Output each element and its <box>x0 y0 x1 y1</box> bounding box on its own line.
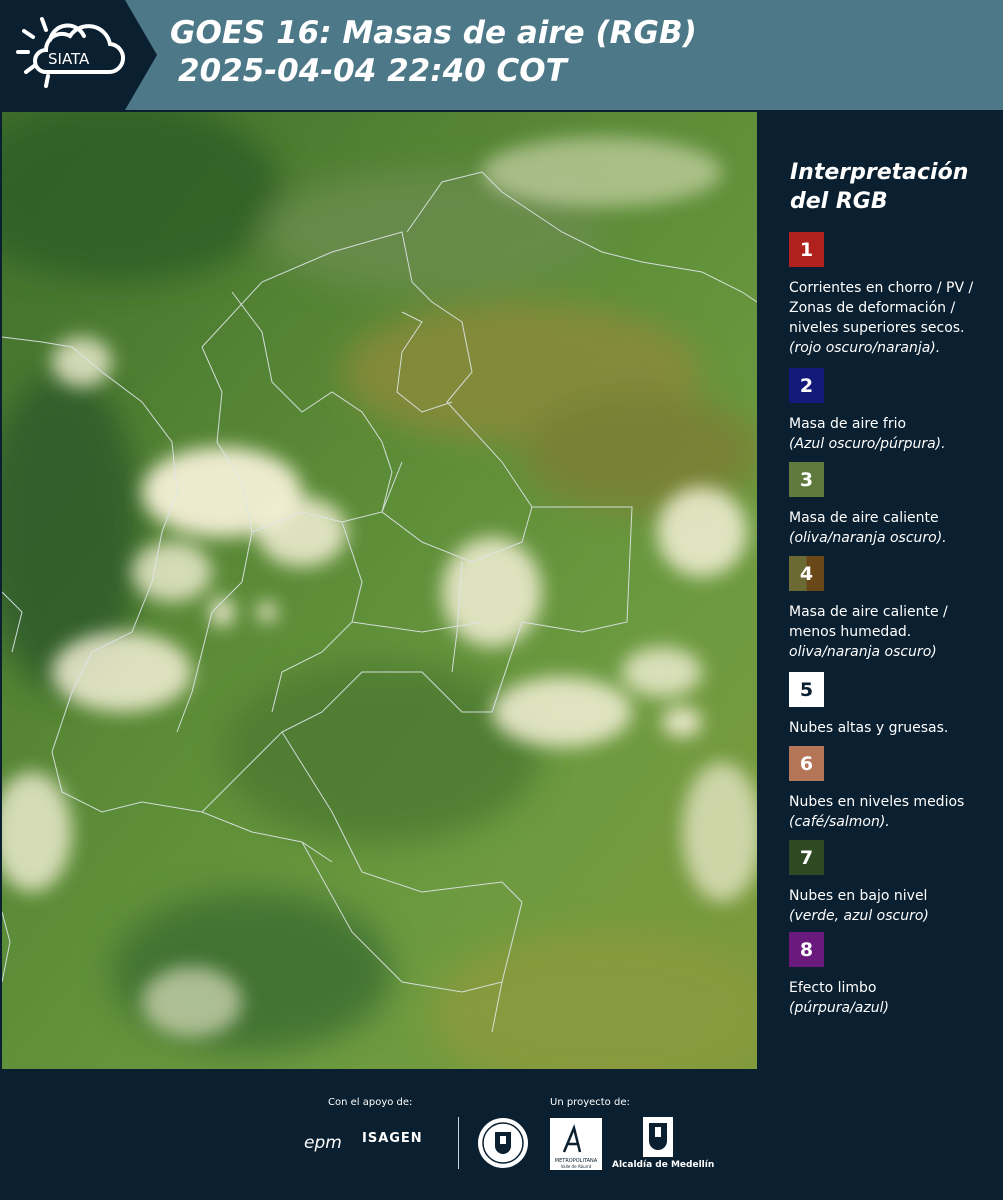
area-metropolitana-logo: METROPOLITANA Valle de Aburrá <box>550 1118 602 1170</box>
legend-swatch-8: 8 <box>789 932 824 967</box>
page-title: GOES 16: Masas de aire (RGB) 2025-04-04 … <box>170 14 697 90</box>
title-line-2: 2025-04-04 22:40 COT <box>178 53 567 89</box>
legend-panel: Interpretación del RGB 1 Corrientes en c… <box>763 110 1003 1070</box>
legend-note-8: (púrpura/azul) <box>789 1000 889 1016</box>
title-line-1: GOES 16: Masas de aire (RGB) <box>170 15 697 51</box>
footer-bar: Con el apoyo de: Un proyecto de: epm ISA… <box>0 1070 1003 1200</box>
support-label: Con el apoyo de: <box>328 1097 413 1108</box>
legend-swatch-4: 4 <box>789 556 824 591</box>
legend-note-6: (café/salmon). <box>789 814 890 830</box>
metro-sub-label: Valle de Aburrá <box>561 1164 592 1169</box>
legend-desc-3: Masa de aire caliente (oliva/naranja osc… <box>789 508 994 548</box>
legend-item-8: 8 Efecto limbo (púrpura/azul) <box>789 932 994 1018</box>
legend-swatch-7: 7 <box>789 840 824 875</box>
legend-text-8: Efecto limbo <box>789 980 877 996</box>
header-bar: SIATA GOES 16: Masas de aire (RGB) 2025-… <box>0 0 1003 110</box>
legend-item-3: 3 Masa de aire caliente (oliva/naranja o… <box>789 462 994 548</box>
legend-note-2: (Azul oscuro/púrpura). <box>789 436 946 452</box>
legend-desc-6: Nubes en niveles medios (café/salmon). <box>789 792 994 832</box>
legend-desc-4: Masa de aire caliente / menos humedad. o… <box>789 602 994 662</box>
siata-logo: SIATA <box>0 0 157 110</box>
legend-desc-7: Nubes en bajo nivel (verde, azul oscuro) <box>789 886 994 926</box>
legend-desc-1: Corrientes en chorro / PV / Zonas de def… <box>789 278 994 358</box>
legend-title: Interpretación del RGB <box>790 160 969 214</box>
legend-swatch-1: 1 <box>789 232 824 267</box>
legend-note-4: oliva/naranja oscuro) <box>789 644 937 660</box>
epm-logo: epm <box>304 1133 342 1153</box>
footer-divider <box>458 1117 459 1169</box>
legend-item-7: 7 Nubes en bajo nivel (verde, azul oscur… <box>789 840 994 926</box>
isagen-logo: ISAGEN <box>362 1131 423 1146</box>
legend-text-5: Nubes altas y gruesas. <box>789 720 949 736</box>
legend-item-2: 2 Masa de aire frio (Azul oscuro/púrpura… <box>789 368 994 454</box>
legend-swatch-6: 6 <box>789 746 824 781</box>
legend-desc-2: Masa de aire frio (Azul oscuro/púrpura). <box>789 414 994 454</box>
legend-text-4: Masa de aire caliente / menos humedad. <box>789 604 948 640</box>
legend-text-3: Masa de aire caliente <box>789 510 939 526</box>
legend-note-1: (rojo oscuro/naranja). <box>789 340 941 356</box>
alcaldia-shield-icon <box>643 1117 673 1157</box>
legend-item-5: 5 Nubes altas y gruesas. <box>789 672 994 738</box>
legend-note-3: (oliva/naranja oscuro). <box>789 530 947 546</box>
legend-item-6: 6 Nubes en niveles medios (café/salmon). <box>789 746 994 832</box>
logo-text: SIATA <box>48 50 90 68</box>
legend-item-1: 1 Corrientes en chorro / PV / Zonas de d… <box>789 232 994 358</box>
satellite-map <box>2 112 757 1069</box>
legend-swatch-3: 3 <box>789 462 824 497</box>
legend-swatch-5: 5 <box>789 672 824 707</box>
legend-note-7: (verde, azul oscuro) <box>789 908 929 924</box>
legend-text-1: Corrientes en chorro / PV / Zonas de def… <box>789 280 974 336</box>
legend-swatch-2: 2 <box>789 368 824 403</box>
legend-text-2: Masa de aire frio <box>789 416 907 432</box>
legend-text-6: Nubes en niveles medios <box>789 794 965 810</box>
medellin-seal-icon <box>478 1118 528 1168</box>
legend-desc-5: Nubes altas y gruesas. <box>789 718 994 738</box>
legend-item-4: 4 Masa de aire caliente / menos humedad.… <box>789 556 994 662</box>
legend-text-7: Nubes en bajo nivel <box>789 888 928 904</box>
project-label: Un proyecto de: <box>550 1097 630 1108</box>
legend-desc-8: Efecto limbo (púrpura/azul) <box>789 978 994 1018</box>
alcaldia-label: Alcaldía de Medellín <box>612 1160 715 1170</box>
